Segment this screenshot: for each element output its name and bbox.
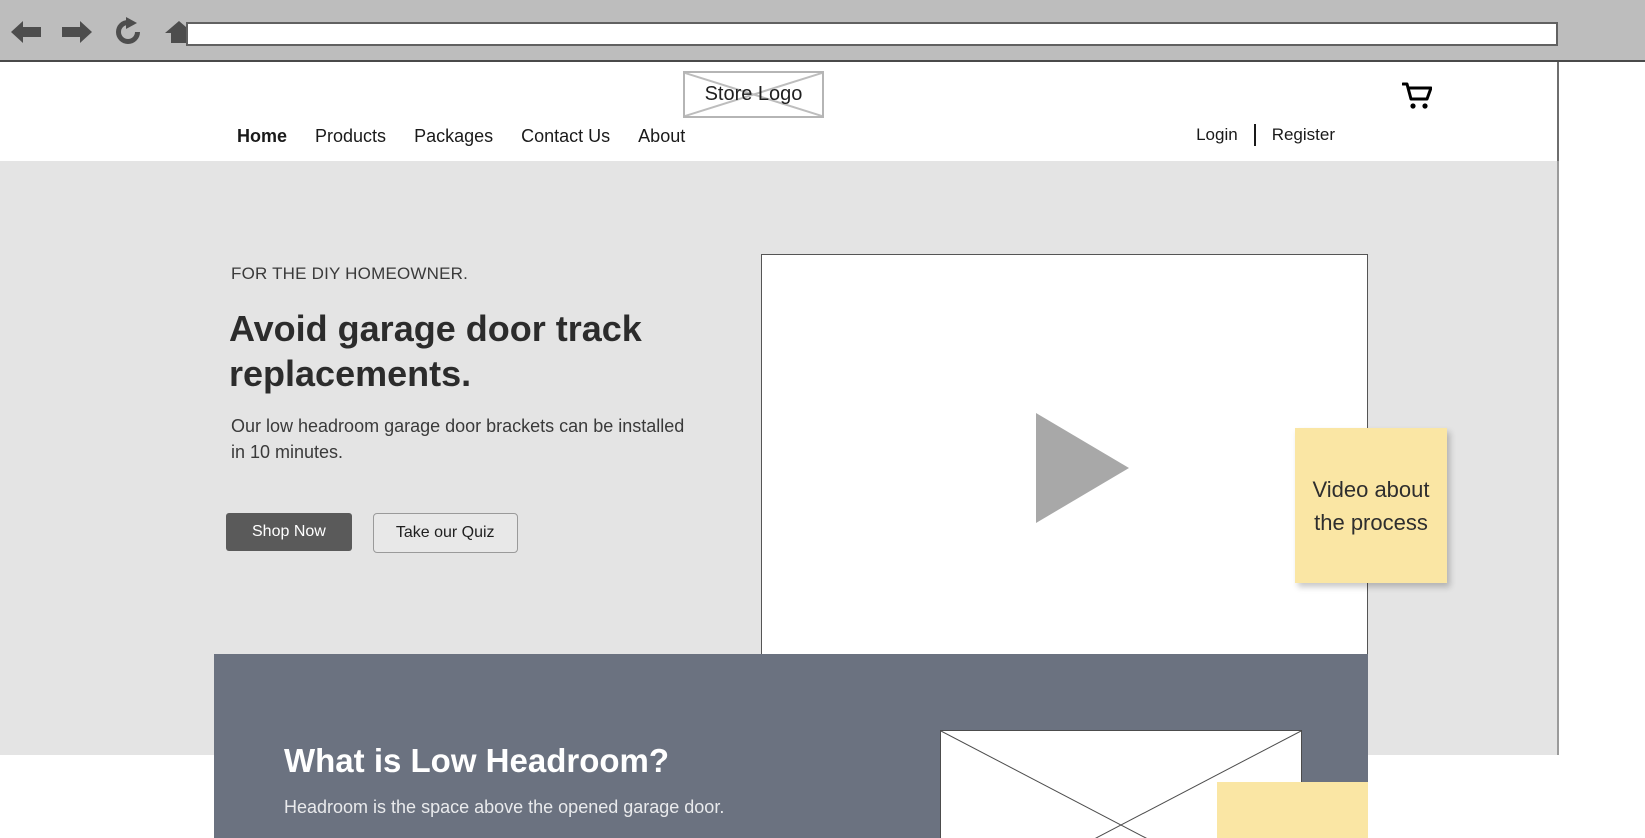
url-input[interactable] bbox=[186, 22, 1558, 46]
hero-eyebrow: FOR THE DIY HOMEOWNER. bbox=[231, 264, 469, 283]
section-title: What is Low Headroom? bbox=[284, 742, 670, 779]
nav-item-about[interactable]: About bbox=[638, 126, 685, 147]
account-divider bbox=[1253, 124, 1256, 146]
hero-title: Avoid garage door track replacements. bbox=[229, 308, 642, 395]
forward-arrow-icon[interactable] bbox=[59, 14, 95, 50]
sticky-note-video: Video about the process bbox=[1295, 428, 1447, 583]
page-right-margin bbox=[1559, 62, 1645, 838]
store-logo[interactable]: Store Logo bbox=[683, 71, 824, 118]
reload-icon[interactable] bbox=[110, 14, 146, 50]
login-link[interactable]: Login bbox=[1196, 125, 1238, 145]
shop-now-button[interactable]: Shop Now bbox=[226, 513, 352, 551]
nav-item-packages[interactable]: Packages bbox=[414, 126, 493, 147]
section-body: Headroom is the space above the opened g… bbox=[284, 797, 725, 817]
shopping-cart-icon[interactable] bbox=[1401, 82, 1433, 115]
play-triangle-icon[interactable] bbox=[1036, 413, 1129, 523]
back-arrow-icon[interactable] bbox=[8, 14, 44, 50]
register-link[interactable]: Register bbox=[1272, 125, 1335, 145]
browser-toolbar bbox=[0, 0, 1645, 62]
hero-cta-group: Shop Now Take our Quiz bbox=[226, 513, 518, 553]
main-navigation: Home Products Packages Contact Us About bbox=[237, 126, 685, 147]
browser-nav-buttons bbox=[8, 14, 197, 50]
nav-item-products[interactable]: Products bbox=[315, 126, 386, 147]
account-links: Login Register bbox=[1196, 124, 1335, 146]
browser-window: Store Logo Home Products Packages Contac… bbox=[0, 0, 1645, 838]
video-stage[interactable] bbox=[762, 255, 1367, 681]
site-header: Store Logo Home Products Packages Contac… bbox=[0, 62, 1559, 161]
take-our-quiz-button[interactable]: Take our Quiz bbox=[372, 513, 518, 553]
nav-item-home[interactable]: Home bbox=[237, 126, 287, 147]
hero-subtitle: Our low headroom garage door brackets ca… bbox=[231, 416, 685, 462]
low-headroom-section: What is Low Headroom? Headroom is the sp… bbox=[214, 654, 1368, 838]
store-logo-label: Store Logo bbox=[704, 83, 803, 105]
nav-item-contact-us[interactable]: Contact Us bbox=[521, 126, 610, 147]
sticky-note-section bbox=[1217, 782, 1368, 838]
